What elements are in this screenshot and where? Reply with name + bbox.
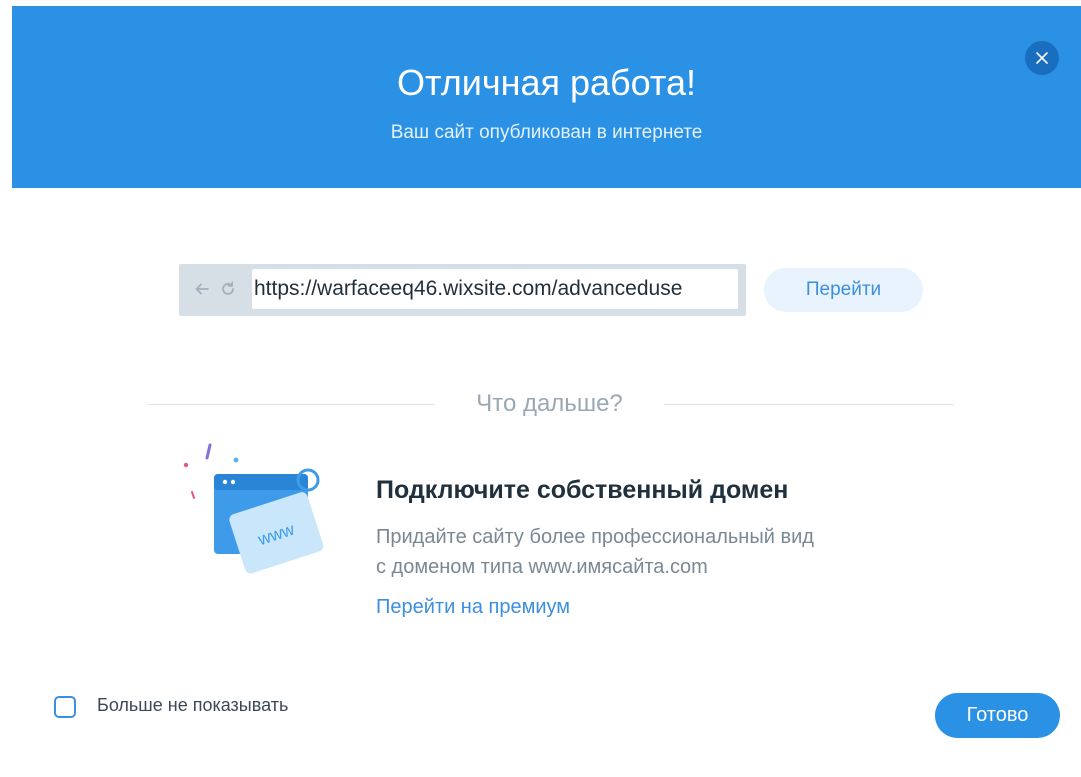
promo-title: Подключите собственный домен bbox=[376, 476, 789, 504]
refresh-icon bbox=[222, 281, 234, 295]
dont-show-again-label[interactable]: Больше не показывать bbox=[97, 695, 288, 716]
whats-next-heading: Что дальше? bbox=[476, 390, 623, 417]
divider-right bbox=[664, 404, 954, 405]
publish-success-dialog: Отличная работа! Ваш сайт опубликован в … bbox=[0, 0, 1081, 777]
promo-description: Придайте сайту более профессиональный ви… bbox=[376, 522, 936, 582]
promo-description-line: с доменом типа www.имясайта.com bbox=[376, 556, 708, 578]
browser-www-tag-icon: www bbox=[183, 443, 324, 574]
site-url-field[interactable]: https://warfaceeq46.wixsite.com/advanced… bbox=[252, 269, 738, 309]
go-premium-link[interactable]: Перейти на премиум bbox=[376, 596, 570, 619]
go-to-site-button[interactable]: Перейти bbox=[764, 268, 923, 312]
divider-left bbox=[148, 404, 435, 405]
promo-description-line: Придайте сайту более профессиональный ви… bbox=[376, 526, 814, 548]
done-button[interactable]: Готово bbox=[935, 693, 1060, 738]
dont-show-again-checkbox[interactable] bbox=[54, 696, 76, 718]
dialog-subtitle: Ваш сайт опубликован в интернете bbox=[390, 122, 703, 143]
dialog-header: Отличная работа! Ваш сайт опубликован в … bbox=[12, 6, 1081, 188]
arrow-left-icon bbox=[195, 283, 209, 295]
browser-nav-icons bbox=[193, 280, 237, 298]
dialog-title: Отличная работа! bbox=[397, 62, 696, 103]
browser-url-bar: https://warfaceeq46.wixsite.com/advanced… bbox=[179, 264, 746, 316]
close-button[interactable] bbox=[1025, 41, 1059, 75]
close-icon bbox=[1036, 52, 1048, 64]
